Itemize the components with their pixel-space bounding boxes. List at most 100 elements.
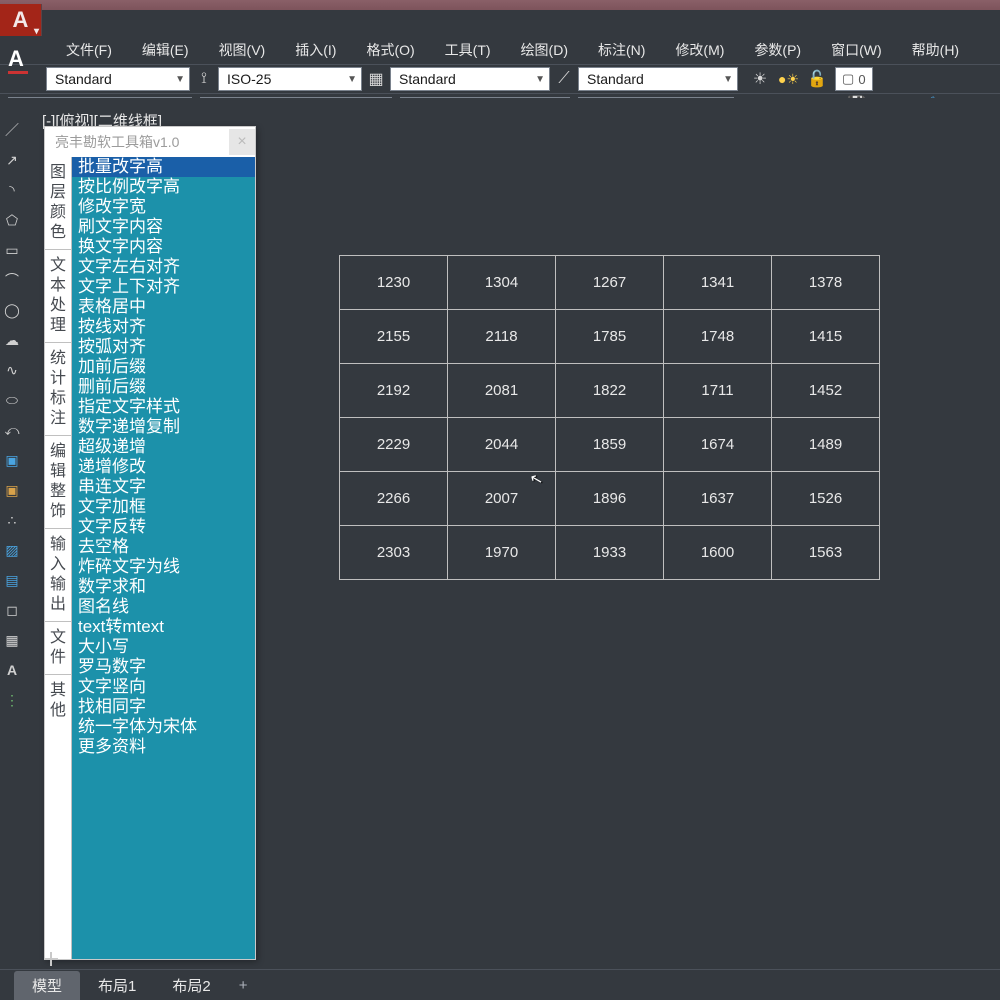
plugin-tab-1[interactable]: 文 本 处 理 bbox=[45, 250, 71, 343]
plugin-item-9[interactable]: 按弧对齐 bbox=[72, 337, 255, 357]
light-count-box: ▢ 0 bbox=[835, 67, 873, 91]
plugin-item-11[interactable]: 删前后缀 bbox=[72, 377, 255, 397]
plugin-item-18[interactable]: 文字反转 bbox=[72, 517, 255, 537]
plugin-item-25[interactable]: 罗马数字 bbox=[72, 657, 255, 677]
ml-style-value: Standard bbox=[587, 71, 644, 87]
plugin-item-22[interactable]: 图名线 bbox=[72, 597, 255, 617]
close-icon[interactable]: × bbox=[229, 129, 255, 155]
plugin-item-10[interactable]: 加前后缀 bbox=[72, 357, 255, 377]
plugin-item-27[interactable]: 找相同字 bbox=[72, 697, 255, 717]
hatch-icon[interactable]: ▨ bbox=[2, 540, 22, 560]
bottom-tab-1[interactable]: 布局1 bbox=[80, 971, 154, 1000]
cell-2-3: 1711 bbox=[664, 364, 772, 418]
lock-icon[interactable]: 🔓 bbox=[803, 66, 831, 92]
plugin-tab-5[interactable]: 文 件 bbox=[45, 622, 71, 675]
more-icon[interactable]: ⋮ bbox=[2, 690, 22, 710]
sun-icons: ●☀ bbox=[778, 71, 799, 88]
menu-11[interactable]: 帮助(H) bbox=[898, 38, 973, 62]
plugin-item-23[interactable]: text转mtext bbox=[72, 617, 255, 637]
plugin-item-5[interactable]: 文字左右对齐 bbox=[72, 257, 255, 277]
cell-3-1: 2044 bbox=[448, 418, 556, 472]
arc-icon[interactable]: ◝ bbox=[2, 180, 22, 200]
plugin-item-3[interactable]: 刷文字内容 bbox=[72, 217, 255, 237]
plugin-item-28[interactable]: 统一字体为宋体 bbox=[72, 717, 255, 737]
menu-2[interactable]: 视图(V) bbox=[205, 38, 280, 62]
ellarc-icon[interactable]: ⤺ bbox=[2, 420, 22, 440]
menu-6[interactable]: 绘图(D) bbox=[507, 38, 582, 62]
text-style-value: Standard bbox=[55, 71, 112, 87]
add-layout-button[interactable]: + bbox=[229, 973, 258, 998]
arc2-icon[interactable]: ⌒ bbox=[2, 270, 22, 290]
plugin-item-19[interactable]: 去空格 bbox=[72, 537, 255, 557]
menu-3[interactable]: 插入(I) bbox=[281, 38, 350, 62]
plugin-item-13[interactable]: 数字递增复制 bbox=[72, 417, 255, 437]
menu-10[interactable]: 窗口(W) bbox=[817, 38, 896, 62]
block-icon[interactable]: ▣ bbox=[2, 450, 22, 470]
plugin-tab-6[interactable]: 其 他 bbox=[45, 675, 71, 959]
menu-8[interactable]: 修改(M) bbox=[661, 38, 738, 62]
plugin-item-7[interactable]: 表格居中 bbox=[72, 297, 255, 317]
plugin-item-24[interactable]: 大小写 bbox=[72, 637, 255, 657]
plugin-item-15[interactable]: 递增修改 bbox=[72, 457, 255, 477]
app-logo[interactable]: A bbox=[0, 4, 42, 36]
plugin-item-29[interactable]: 更多资料 bbox=[72, 737, 255, 757]
grad-icon[interactable]: ▤ bbox=[2, 570, 22, 590]
plugin-item-14[interactable]: 超级递增 bbox=[72, 437, 255, 457]
spline-icon[interactable]: ∿ bbox=[2, 360, 22, 380]
text-style-icon[interactable]: A bbox=[8, 46, 24, 72]
plugin-item-26[interactable]: 文字竖向 bbox=[72, 677, 255, 697]
plugin-item-0[interactable]: 批量改字高 bbox=[72, 157, 255, 177]
line-icon[interactable]: ／ bbox=[2, 120, 22, 140]
cell-0-0: 1230 bbox=[340, 256, 448, 310]
plugin-item-21[interactable]: 数字求和 bbox=[72, 577, 255, 597]
cell-1-0: 2155 bbox=[340, 310, 448, 364]
menu-0[interactable]: 文件(F) bbox=[52, 38, 126, 62]
plugin-item-20[interactable]: 炸碎文字为线 bbox=[72, 557, 255, 577]
plugin-item-12[interactable]: 指定文字样式 bbox=[72, 397, 255, 417]
table-style-dropdown[interactable]: Standard ▼ bbox=[390, 67, 550, 91]
plugin-item-8[interactable]: 按线对齐 bbox=[72, 317, 255, 337]
cell-1-2: 1785 bbox=[556, 310, 664, 364]
plugin-item-1[interactable]: 按比例改字高 bbox=[72, 177, 255, 197]
plugin-item-17[interactable]: 文字加框 bbox=[72, 497, 255, 517]
block2-icon[interactable]: ▣ bbox=[2, 480, 22, 500]
plugin-item-2[interactable]: 修改字宽 bbox=[72, 197, 255, 217]
dim-style-dropdown[interactable]: ISO-25 ▼ bbox=[218, 67, 362, 91]
plugin-tab-3[interactable]: 编 辑 整 饰 bbox=[45, 436, 71, 529]
menu-9[interactable]: 参数(P) bbox=[740, 38, 815, 62]
menu-1[interactable]: 编辑(E) bbox=[128, 38, 203, 62]
table-style-icon[interactable]: ▦ bbox=[362, 66, 390, 92]
table-icon[interactable]: ▦ bbox=[2, 630, 22, 650]
dim-style-value: ISO-25 bbox=[227, 71, 271, 87]
plugin-panel: 亮丰勘软工具箱v1.0 × 图 层 颜 色文 本 处 理统 计 标 注编 辑 整… bbox=[44, 126, 256, 960]
plugin-tab-4[interactable]: 输 入 输 出 bbox=[45, 529, 71, 622]
dim-style-icon[interactable]: ⟟ bbox=[190, 66, 218, 92]
rect-icon[interactable]: ▭ bbox=[2, 240, 22, 260]
ellipse-icon[interactable]: ⬭ bbox=[2, 390, 22, 410]
plugin-tab-2[interactable]: 统 计 标 注 bbox=[45, 343, 71, 436]
menu-4[interactable]: 格式(O) bbox=[352, 38, 428, 62]
ml-style-dropdown[interactable]: Standard ▼ bbox=[578, 67, 738, 91]
menu-5[interactable]: 工具(T) bbox=[431, 38, 505, 62]
plugin-title-bar[interactable]: 亮丰勘软工具箱v1.0 × bbox=[45, 127, 255, 157]
bottom-tab-2[interactable]: 布局2 bbox=[154, 971, 228, 1000]
bottom-tab-0[interactable]: 模型 bbox=[14, 971, 80, 1000]
light-group-icon[interactable]: ☀ bbox=[746, 66, 774, 92]
cloud-icon[interactable]: ☁ bbox=[2, 330, 22, 350]
menu-7[interactable]: 标注(N) bbox=[584, 38, 659, 62]
region-icon[interactable]: ◻ bbox=[2, 600, 22, 620]
circle-icon[interactable]: ◯ bbox=[2, 300, 22, 320]
polygon-icon[interactable]: ⬠ bbox=[2, 210, 22, 230]
text-style-dropdown[interactable]: Standard ▼ bbox=[46, 67, 190, 91]
ml-style-icon[interactable]: ⟋ bbox=[550, 66, 578, 92]
plugin-item-6[interactable]: 文字上下对齐 bbox=[72, 277, 255, 297]
plugin-tab-0[interactable]: 图 层 颜 色 bbox=[45, 157, 71, 250]
point-icon[interactable]: ∴ bbox=[2, 510, 22, 530]
cell-3-3: 1674 bbox=[664, 418, 772, 472]
text-icon[interactable]: A bbox=[2, 660, 22, 680]
cell-2-1: 2081 bbox=[448, 364, 556, 418]
plugin-item-16[interactable]: 串连文字 bbox=[72, 477, 255, 497]
plugin-item-4[interactable]: 换文字内容 bbox=[72, 237, 255, 257]
drawing-area[interactable]: ／ ↗ ◝ ⬠ ▭ ⌒ ◯ ☁ ∿ ⬭ ⤺ ▣ ▣ ∴ ▨ ▤ ◻ ▦ A ⋮ … bbox=[0, 98, 1000, 969]
ray-icon[interactable]: ↗ bbox=[2, 150, 22, 170]
